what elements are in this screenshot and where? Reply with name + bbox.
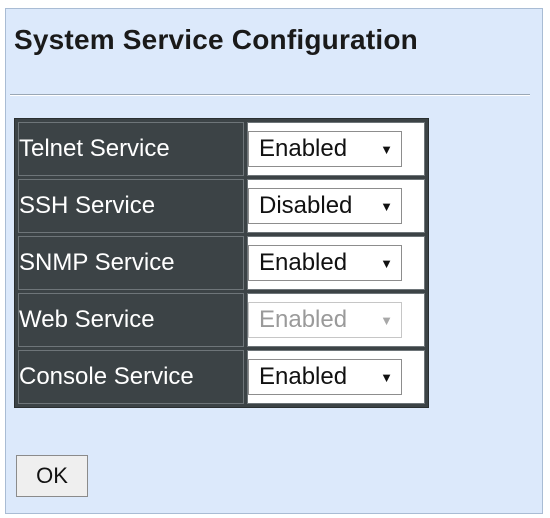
dropdown-arrow-icon: ▼: [380, 312, 393, 328]
snmp-service-label: SNMP Service: [18, 236, 244, 290]
dropdown-arrow-icon: ▼: [380, 255, 393, 271]
service-table: Telnet Service Enabled ▼ SSH Service Dis…: [14, 118, 429, 408]
web-service-label: Web Service: [18, 293, 244, 347]
table-row: SNMP Service Enabled ▼: [18, 236, 425, 290]
table-row: Telnet Service Enabled ▼: [18, 122, 425, 176]
telnet-service-label: Telnet Service: [18, 122, 244, 176]
console-service-select[interactable]: Enabled ▼: [248, 359, 402, 395]
ok-button[interactable]: OK: [16, 455, 88, 497]
select-value: Enabled: [259, 363, 348, 390]
dropdown-arrow-icon: ▼: [380, 198, 393, 214]
web-service-select: Enabled ▼: [248, 302, 402, 338]
ssh-service-label: SSH Service: [18, 179, 244, 233]
dropdown-arrow-icon: ▼: [380, 141, 393, 157]
ssh-service-select[interactable]: Disabled ▼: [248, 188, 402, 224]
table-row: SSH Service Disabled ▼: [18, 179, 425, 233]
dropdown-arrow-icon: ▼: [380, 369, 393, 385]
title-divider: [10, 94, 530, 96]
select-value: Enabled: [259, 135, 348, 162]
select-value: Enabled: [259, 249, 348, 276]
page-title: System Service Configuration: [14, 24, 418, 55]
select-value: Enabled: [259, 306, 348, 333]
snmp-service-select[interactable]: Enabled ▼: [248, 245, 402, 281]
console-service-label: Console Service: [18, 350, 244, 404]
table-row: Console Service Enabled ▼: [18, 350, 425, 404]
telnet-service-select[interactable]: Enabled ▼: [248, 131, 402, 167]
select-value: Disabled: [259, 192, 353, 219]
table-row: Web Service Enabled ▼: [18, 293, 425, 347]
